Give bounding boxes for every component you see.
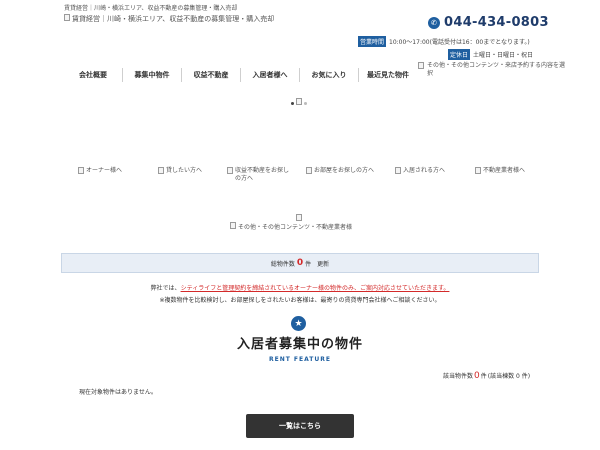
broken-image-icon <box>157 167 164 174</box>
match-detail: (該当棟数 0 件) <box>487 373 531 380</box>
phone-number: 044-434-0803 <box>444 15 549 30</box>
match-count: 該当物件数 0 件 (該当棟数 0 件) <box>443 371 530 381</box>
notice-line-1: 弊社では、シティライフと管理契約を締結されているオーナー様の物件のみ、ご案内対応… <box>0 283 600 292</box>
header-tagline: 賃貸経営｜川崎・横浜エリア、収益不動産の募集管理・購入売却 <box>64 5 238 12</box>
banner-moving-in[interactable]: 入居される方へ <box>380 167 460 183</box>
slider-dot[interactable] <box>291 102 294 105</box>
count-value: 0 <box>296 258 304 268</box>
nav-extra-label: その他・その他コンテンツ・来店予約する内容を選択 <box>427 62 566 77</box>
site-logo[interactable]: 賃貸経営｜川崎・横浜エリア、収益不動産の募集管理・購入売却 <box>64 14 274 24</box>
broken-image-icon <box>394 167 401 174</box>
banner-owner[interactable]: オーナー様へ <box>60 167 140 183</box>
count-label: 総物件数 <box>270 260 295 268</box>
match-label: 該当物件数 <box>443 373 474 380</box>
holiday-info: 定休日 土曜日・日曜日・祝日 <box>448 49 533 60</box>
nav-item-residents[interactable]: 入居者様へ <box>241 68 300 82</box>
count-updated: 更新 <box>317 260 330 268</box>
hero-slider-image[interactable] <box>296 90 302 109</box>
nav-item-company[interactable]: 会社概要 <box>64 68 123 82</box>
match-value: 0 <box>474 371 480 381</box>
empty-message: 現在対象物件はありません。 <box>79 389 157 396</box>
slider-dot[interactable] <box>304 102 307 105</box>
broken-image-icon <box>64 14 70 21</box>
banner-label: 入居される方へ <box>402 167 445 174</box>
broken-image-icon <box>296 214 302 221</box>
broken-image-icon <box>418 62 424 69</box>
holiday-label: 定休日 <box>448 49 471 60</box>
notice-highlight: シティライフと管理契約を締結されているオーナー様の物件のみ、ご案内対応させていた… <box>180 285 450 292</box>
hours-label: 営業時間 <box>358 36 387 47</box>
broken-image-icon <box>474 167 481 174</box>
broken-image-icon <box>77 167 84 174</box>
banner-other[interactable]: その他・その他コンテンツ・不動産業者様 <box>230 222 352 231</box>
nav-item-recent[interactable]: 最近見た物件 <box>359 68 417 82</box>
banner-agents[interactable]: 不動産業者様へ <box>460 167 540 183</box>
count-unit: 件 <box>305 260 312 268</box>
section-title: 入居者募集中の物件 <box>236 337 363 352</box>
star-icon: ★ <box>291 316 306 331</box>
section-subtitle: RENT FEATURE <box>269 356 331 363</box>
banner-label: 不動産業者様へ <box>482 167 525 174</box>
banner-lease[interactable]: 貸したい方へ <box>140 167 220 183</box>
broken-image-icon <box>305 167 312 174</box>
site-logo-alt: 賃貸経営｜川崎・横浜エリア、収益不動産の募集管理・購入売却 <box>72 15 275 23</box>
notice-prefix: 弊社では、 <box>150 285 181 292</box>
holiday-text: 土曜日・日曜日・祝日 <box>473 52 534 59</box>
nav-item-favorites[interactable]: お気に入り <box>300 68 359 82</box>
banner-label: オーナー様へ <box>85 167 122 174</box>
nav-item-investment[interactable]: 収益不動産 <box>182 68 241 82</box>
main-nav: 会社概要 募集中物件 収益不動産 入居者様へ お気に入り 最近見た物件 <box>64 68 417 82</box>
phone-icon: ✆ <box>428 16 440 29</box>
broken-image-icon <box>227 167 233 174</box>
nav-item-listings[interactable]: 募集中物件 <box>123 68 182 82</box>
banner-label: 収益不動産をお探しの方へ <box>235 167 290 182</box>
banner-label: 貸したい方へ <box>165 167 202 174</box>
banner-label: お部屋をお探しの方へ <box>313 167 374 174</box>
view-list-button[interactable]: 一覧はこちら <box>246 414 354 438</box>
business-hours: 営業時間 10:00～17:00(電話受付は16：00までとなります。) <box>358 36 530 47</box>
match-unit: 件 <box>480 373 487 380</box>
banner-row: オーナー様へ 貸したい方へ 収益不動産をお探しの方へ お部屋をお探しの方へ 入居… <box>60 167 540 183</box>
banner-room-search[interactable]: お部屋をお探しの方へ <box>300 167 380 183</box>
broken-image-icon <box>230 222 236 229</box>
nav-extra-link[interactable]: その他・その他コンテンツ・来店予約する内容を選択 <box>418 62 567 78</box>
notice-line-2: ※複数物件を比較検討し、お部屋探しをされたいお客様は、最寄りの賃貸専門会社様へご… <box>159 297 441 304</box>
banner-other-label: その他・その他コンテンツ・不動産業者様 <box>238 224 353 231</box>
phone-contact[interactable]: ✆ 044-434-0803 <box>428 15 549 30</box>
total-count-bar: 総物件数 0 件 更新 <box>61 253 539 273</box>
slider-dots <box>291 102 307 105</box>
banner-investment[interactable]: 収益不動産をお探しの方へ <box>220 167 300 183</box>
hours-text: 10:00～17:00(電話受付は16：00までとなります。) <box>389 39 530 46</box>
